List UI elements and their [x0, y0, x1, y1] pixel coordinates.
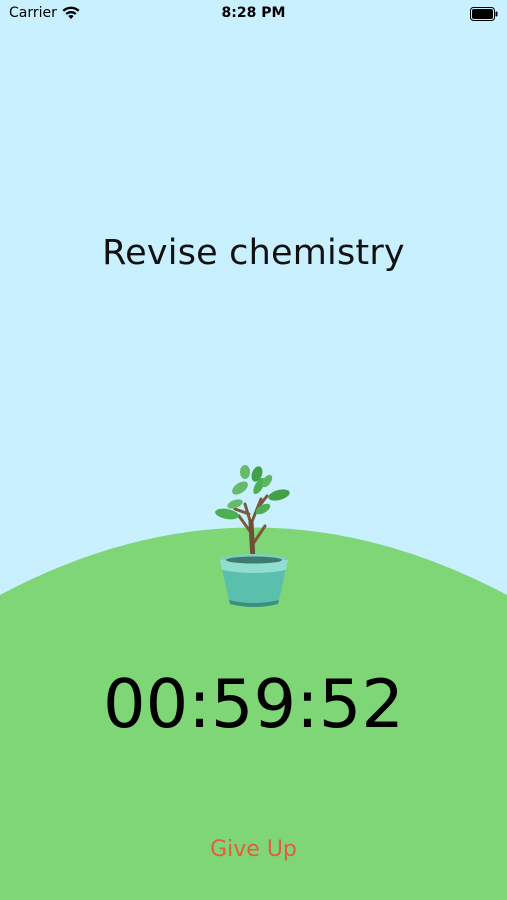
countdown-timer: 00:59:52 — [103, 665, 404, 743]
grass-hill — [0, 527, 507, 900]
give-up-button[interactable]: Give Up — [210, 837, 297, 862]
potted-tree-icon — [205, 464, 295, 613]
